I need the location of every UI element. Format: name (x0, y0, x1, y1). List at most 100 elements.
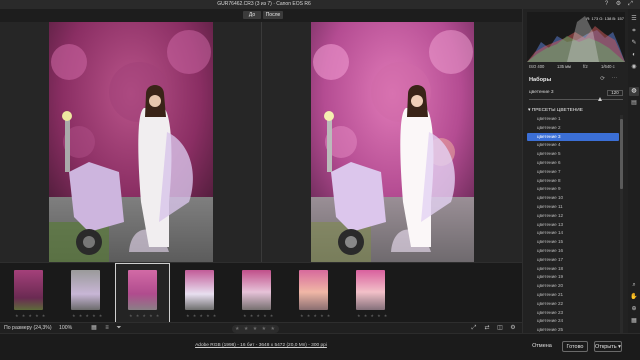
cancel-button[interactable]: Отмена (530, 341, 554, 352)
preset-item[interactable]: цветение 16 (527, 247, 619, 256)
preset-item[interactable]: цветение 22 (527, 300, 619, 309)
grid-view-icon[interactable]: ▦ (90, 324, 98, 332)
open-button[interactable]: Открыть ▾ (594, 341, 622, 352)
gear-icon[interactable]: ⚙ (615, 1, 622, 8)
compare-divider[interactable] (261, 22, 262, 262)
preset-item[interactable]: цветение 7 (527, 168, 619, 177)
preset-scrollbar[interactable] (620, 115, 623, 333)
preset-list[interactable]: цветение 1 цветение 2 цветение 3 цветение 4… (527, 115, 619, 333)
thumbnail-image (242, 270, 271, 310)
preset-item[interactable]: цветение 17 (527, 256, 619, 265)
preset-item[interactable]: цветение 20 (527, 282, 619, 291)
filmstrip-thumb-4[interactable]: ★ ★ ★ ★ ★ (172, 263, 227, 323)
help-icon[interactable]: ? (603, 1, 610, 8)
preset-item[interactable]: цветение 10 (527, 194, 619, 203)
preview-area (0, 22, 522, 262)
thumbnail-image (128, 270, 157, 310)
preset-item[interactable]: цветение 14 (527, 229, 619, 238)
aperture: f/2 (583, 64, 588, 69)
filmstrip-thumb-1[interactable]: ★ ★ ★ ★ ★ (1, 263, 56, 323)
snapshots-icon[interactable]: ▤ (629, 99, 639, 108)
after-photo (311, 22, 474, 262)
thumb-stars[interactable]: ★ ★ ★ ★ ★ (72, 313, 103, 318)
after-button[interactable]: После (263, 11, 283, 19)
status-bar: По размеру (24,3%) 100% ▦ ≡ ⏷ ★ ★ ★ ★ ★ … (0, 322, 522, 333)
crop-icon[interactable]: ⌗ (629, 27, 639, 36)
preset-item[interactable]: цветение 4 (527, 141, 619, 150)
preset-item[interactable]: цветение 6 (527, 159, 619, 168)
preset-item[interactable]: цветение 8 (527, 177, 619, 186)
filmstrip-thumb-6[interactable]: ★ ★ ★ ★ ★ (286, 263, 341, 323)
before-photo (49, 22, 213, 262)
grid-toggle-icon[interactable]: ▦ (629, 317, 639, 326)
heal-icon[interactable]: ✎ (629, 39, 639, 48)
filmstrip-thumb-3[interactable]: ★ ★ ★ ★ ★ (115, 263, 170, 323)
workflow-options-link[interactable]: Adobe RGB (1998) - 16 бит - 3648 x 5472 … (0, 343, 522, 348)
thumb-stars[interactable]: ★ ★ ★ ★ ★ (300, 313, 331, 318)
preset-group-title: ПРЕСЕТЫ ЦВЕТЕНИЕ (531, 108, 583, 113)
filmstrip-thumb-5[interactable]: ★ ★ ★ ★ ★ (229, 263, 284, 323)
preset-item[interactable]: цветение 18 (527, 265, 619, 274)
before-button[interactable]: До (243, 11, 261, 19)
preset-group-header[interactable]: ▾ ПРЕСЕТЫ ЦВЕТЕНИЕ (528, 108, 583, 113)
focal-length: 135 мм (557, 64, 571, 69)
right-panel: R: 173 G: 138 B: 157 ISO 400 135 мм f/2 … (522, 9, 628, 333)
zoom-percent-dropdown[interactable]: 100% (59, 325, 72, 331)
hand-icon[interactable]: ✋ (629, 293, 639, 302)
sort-icon[interactable]: ≡ (103, 324, 111, 332)
preset-item[interactable]: цветение 13 (527, 221, 619, 230)
filmstrip[interactable]: ★ ★ ★ ★ ★ ★ ★ ★ ★ ★ ★ ★ ★ ★ ★ ★ ★ ★ ★ ★ … (0, 262, 522, 323)
filter-icon[interactable]: ⏷ (115, 324, 123, 332)
preset-item[interactable]: цветение 21 (527, 291, 619, 300)
thumbnail-image (71, 270, 100, 310)
amount-slider-thumb[interactable] (597, 97, 602, 101)
preset-item[interactable]: цветение 9 (527, 185, 619, 194)
redeye-icon[interactable]: ◉ (629, 63, 639, 72)
zoom-fit-dropdown[interactable]: По размеру (24,3%) (4, 325, 52, 331)
title-bar: GUR76462.CR3 (3 из 7) · Canon EOS R6 ? ⚙… (0, 0, 640, 9)
settings-icon[interactable]: ⚙ (509, 324, 517, 332)
preset-item[interactable]: цветение 11 (527, 203, 619, 212)
thumb-stars[interactable]: ★ ★ ★ ★ ★ (186, 313, 217, 318)
thumb-stars[interactable]: ★ ★ ★ ★ ★ (357, 313, 388, 318)
more-icon[interactable]: ⋯ (611, 76, 618, 83)
thumbnail-image (185, 270, 214, 310)
thumbnail-image (299, 270, 328, 310)
filmstrip-thumb-7[interactable]: ★ ★ ★ ★ ★ (343, 263, 398, 323)
preset-item[interactable]: цветение 25 (527, 326, 619, 333)
rating-stars[interactable]: ★ ★ ★ ★ ★ (232, 325, 280, 333)
mask-icon[interactable]: ◐ (629, 51, 639, 60)
preset-item[interactable]: цветение 19 (527, 273, 619, 282)
tool-rail: ☰ ⌗ ✎ ◐ ◉ ◍ ▤ ⌕ ✋ ⊕ ▦ (628, 9, 640, 333)
preset-item[interactable]: цветение 12 (527, 212, 619, 221)
presets-icon[interactable]: ◍ (629, 87, 639, 96)
preset-item[interactable]: цветение 23 (527, 309, 619, 318)
filmstrip-thumb-2[interactable]: ★ ★ ★ ★ ★ (58, 263, 113, 323)
split-view-icon[interactable]: ◫ (496, 324, 504, 332)
edit-icon[interactable]: ☰ (629, 15, 639, 24)
scrollbar-thumb[interactable] (620, 119, 623, 189)
iso-value: ISO 400 (529, 64, 545, 69)
preset-item[interactable]: цветение 5 (527, 150, 619, 159)
thumb-stars[interactable]: ★ ★ ★ ★ ★ (15, 313, 46, 318)
thumb-stars[interactable]: ★ ★ ★ ★ ★ (129, 313, 160, 318)
amount-slider[interactable] (529, 99, 623, 100)
presets-panel-title: Наборы (529, 77, 552, 83)
thumb-stars[interactable]: ★ ★ ★ ★ ★ (243, 313, 274, 318)
preset-item[interactable]: цветение 3 (527, 132, 619, 142)
preset-item[interactable]: цветение 2 (527, 124, 619, 133)
preset-item[interactable]: цветение 24 (527, 317, 619, 326)
expand-icon[interactable]: ⤢ (627, 1, 634, 8)
refresh-icon[interactable]: ⟳ (599, 76, 606, 83)
zoom-icon[interactable]: ⌕ (629, 281, 639, 290)
done-button[interactable]: Готово (562, 341, 588, 352)
camera-info: ISO 400 135 мм f/2 1/640 с (527, 64, 625, 72)
window-title: GUR76462.CR3 (3 из 7) · Canon EOS R6 (217, 1, 311, 7)
swap-icon[interactable]: ⇄ (483, 324, 491, 332)
toggle-samplers-icon[interactable]: ⊕ (629, 305, 639, 314)
active-preset-name: цветение 3 (529, 90, 554, 95)
preset-item[interactable]: цветение 1 (527, 115, 619, 124)
preset-item[interactable]: цветение 15 (527, 238, 619, 247)
fullscreen-icon[interactable]: ⤢ (470, 324, 478, 332)
amount-field[interactable]: 120 (607, 90, 623, 96)
